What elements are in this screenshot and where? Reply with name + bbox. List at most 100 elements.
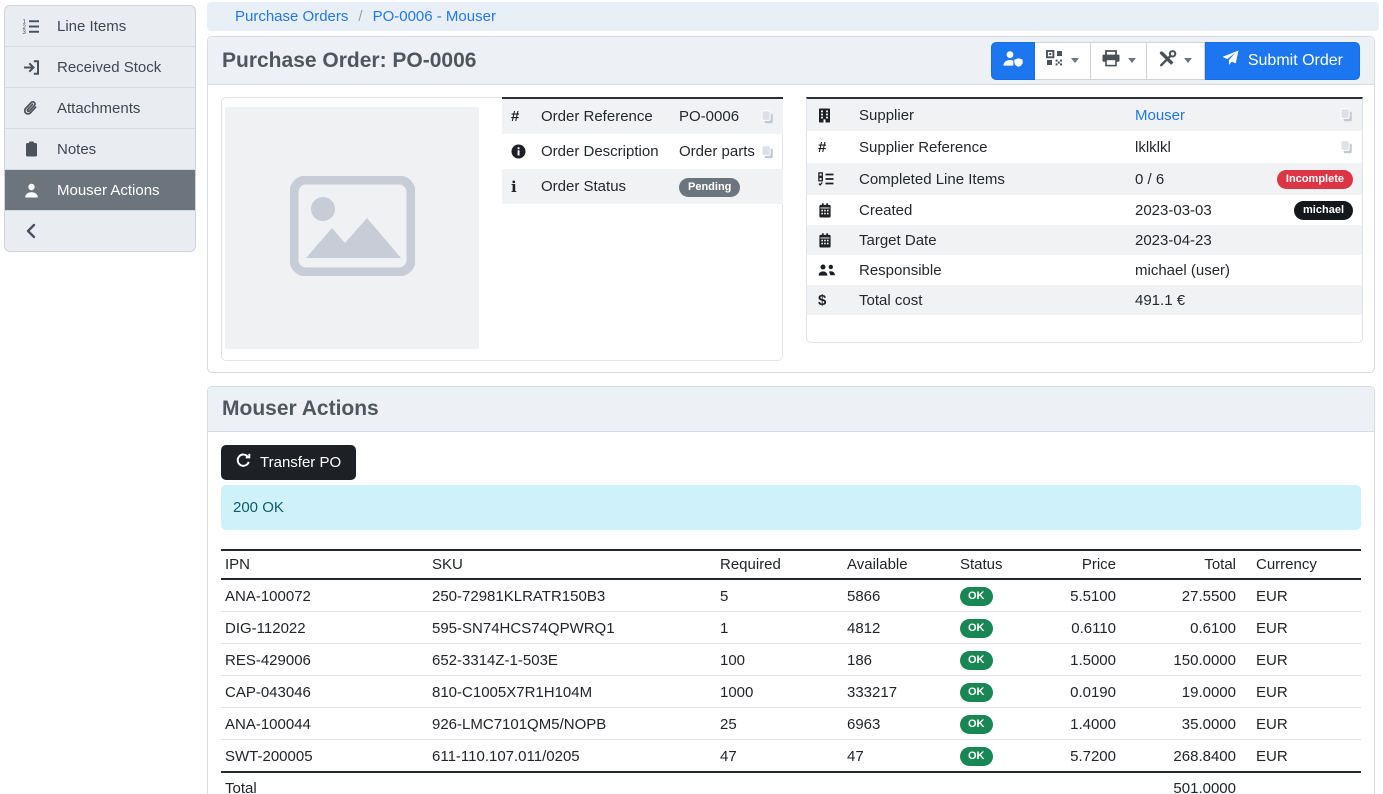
sidebar-item-received-stock[interactable]: Received Stock [5,47,195,88]
chevron-left-icon [20,223,42,239]
cell-available: 333217 [843,676,956,708]
sidebar-item-label: Notes [57,141,96,158]
cell-available: 4812 [843,612,956,644]
table-row: DIG-112022 595-SN74HCS74QPWRQ1 1 4812 OK… [221,612,1361,644]
building-icon [807,108,859,123]
printer-icon [1101,50,1121,72]
detail-row-target-date: Target Date 2023-04-23 [807,225,1362,255]
cell-price: 5.7200 [1046,740,1120,773]
print-dropdown-button[interactable] [1091,42,1147,80]
total-label: Total [221,772,428,794]
info-icon: i [502,178,541,196]
users-icon [807,263,859,277]
sign-in-icon [20,60,42,75]
sidebar-item-label: Line Items [57,18,126,35]
cell-total: 150.0000 [1120,644,1240,676]
sidebar-item-notes[interactable]: Notes [5,129,195,170]
col-header-status: Status [956,550,1046,579]
order-details-table: # Order Reference PO-0006 Order Descript… [502,97,783,204]
cell-currency: EUR [1240,676,1361,708]
status-alert-message: 200 OK [233,499,284,516]
detail-row-order-description: Order Description Order parts [502,134,783,169]
detail-row-supplier: Supplier Mouser [807,99,1362,131]
detail-row-supplier-reference: # Supplier Reference lklklkl [807,131,1362,163]
order-image-placeholder [225,107,479,349]
detail-value: Pending [679,177,783,197]
detail-row-responsible: Responsible michael (user) [807,255,1362,285]
status-badge: Pending [679,178,740,197]
detail-value: 2023-03-03 [1135,202,1294,219]
cell-required: 47 [716,740,843,773]
sidebar-item-attachments[interactable]: Attachments [5,88,195,129]
chevron-down-icon [1128,58,1136,63]
cell-total: 35.0000 [1120,708,1240,740]
detail-value: 491.1 € [1135,292,1362,309]
cell-required: 25 [716,708,843,740]
supplier-details-box: Supplier Mouser # Supplier Reference lkl… [806,97,1363,343]
cell-sku: 652-3314Z-1-503E [428,644,716,676]
table-total-row: Total 501.0000 [221,772,1361,794]
list-ol-icon: 123 [20,19,42,34]
supplier-link[interactable]: Mouser [1135,107,1185,124]
sidebar-item-label: Received Stock [57,59,161,76]
mouser-actions-body: Transfer PO 200 OK IPN SKU Required Avai… [208,432,1374,794]
paper-plane-icon [1222,50,1239,71]
ok-badge: OK [960,619,993,638]
user-icon [20,183,42,198]
mouser-actions-card-header: Mouser Actions [208,387,1374,432]
detail-label: Responsible [859,262,1135,279]
detail-label: Supplier [859,107,1135,124]
admin-user-button[interactable] [991,42,1035,80]
sidebar-item-line-items[interactable]: 123 Line Items [5,6,195,47]
sidebar-item-label: Attachments [57,100,140,117]
copy-icon[interactable] [1340,140,1353,154]
tools-dropdown-button[interactable] [1147,42,1205,80]
transfer-po-button[interactable]: Transfer PO [221,445,356,480]
sidebar-item-mouser-actions[interactable]: Mouser Actions [5,170,195,211]
cell-required: 100 [716,644,843,676]
col-header-required: Required [716,550,843,579]
cell-total: 27.5500 [1120,579,1240,612]
transfer-po-label: Transfer PO [260,454,341,471]
table-row: CAP-043046 810-C1005X7R1H104M 1000 33321… [221,676,1361,708]
refresh-icon [236,453,251,472]
cell-ipn: CAP-043046 [221,676,428,708]
cell-sku: 611-110.107.011/0205 [428,740,716,773]
sidebar: 123 Line Items Received Stock Attachment… [4,5,196,252]
detail-value: 2023-04-23 [1135,232,1362,249]
cell-currency: EUR [1240,644,1361,676]
cell-total: 268.8400 [1120,740,1240,773]
table-row: SWT-200005 611-110.107.011/0205 47 47 OK… [221,740,1361,773]
cell-price: 1.4000 [1046,708,1120,740]
line-items-table: IPN SKU Required Available Status Price … [221,549,1361,794]
cell-status: OK [956,708,1046,740]
dollar-icon: $ [807,292,859,309]
cell-ipn: ANA-100044 [221,708,428,740]
svg-text:3: 3 [23,29,27,34]
purchase-order-card: Purchase Order: PO-0006 [207,36,1375,373]
cell-status: OK [956,740,1046,773]
detail-value: Mouser [1135,107,1340,124]
copy-icon[interactable] [1340,108,1353,122]
cell-ipn: ANA-100072 [221,579,428,612]
breadcrumb-link-purchase-orders[interactable]: Purchase Orders [235,8,348,25]
panel-title: Mouser Actions [222,397,379,421]
detail-row-completed-line-items: Completed Line Items 0 / 6 Incomplete [807,163,1362,195]
detail-label: Order Reference [541,108,679,125]
ok-badge: OK [960,587,993,606]
incomplete-badge: Incomplete [1277,170,1353,189]
total-spacer [428,772,1120,794]
breadcrumb-separator: / [358,8,362,25]
detail-row-created: Created 2023-03-03 michael [807,195,1362,225]
breadcrumb-link-po[interactable]: PO-0006 - Mouser [373,8,496,25]
submit-order-button[interactable]: Submit Order [1205,42,1360,80]
barcode-dropdown-button[interactable] [1035,42,1091,80]
copy-icon[interactable] [761,145,774,159]
breadcrumb: Purchase Orders / PO-0006 - Mouser [207,2,1379,31]
copy-icon[interactable] [761,110,774,124]
ok-badge: OK [960,747,993,766]
hashtag-icon: # [807,139,859,156]
sidebar-collapse-button[interactable] [5,211,195,251]
page-title: Purchase Order: PO-0006 [222,49,476,73]
cell-total: 19.0000 [1120,676,1240,708]
